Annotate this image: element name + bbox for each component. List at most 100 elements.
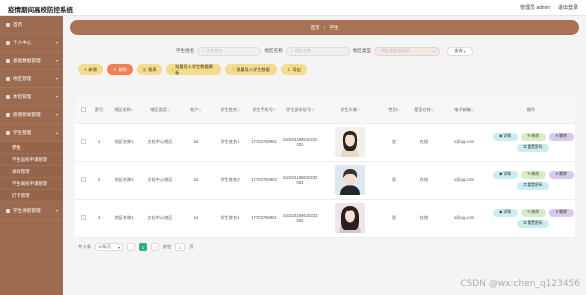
logout-link[interactable]: 退出登录 [558,4,578,11]
prev-page-button[interactable]: ‹ [127,243,136,251]
cell-type: 文化中心地区 [141,123,179,162]
chevron-down-icon: ▾ [55,40,58,45]
row-delete-button[interactable]: ✕ 删除 [548,170,574,179]
sort-icon: ⇅ [470,107,474,112]
avatar[interactable] [335,203,365,233]
sidebar-item-region[interactable]: 地区管理 ▾ [0,70,63,88]
column-header[interactable]: 学生身份证号⇅ [281,97,319,124]
sidebar-subitem-leave-school[interactable]: 学生离校申请管理 [0,178,63,190]
sidebar-item-label: 学生管理 [13,129,32,135]
sidebar-item-label: 采样管理 [12,168,30,174]
sort-icon: ⇅ [396,107,400,112]
delete-button[interactable]: ✕ 删除 [107,64,133,75]
row-checkbox[interactable] [75,161,91,200]
import-data-button[interactable]: ↑ 批量导入学生数据 [225,64,277,75]
column-header[interactable]: 电子邮箱⇅ [441,97,487,124]
cell-region: 地区名称2 [107,161,141,200]
region-search-input[interactable]: ⌕ 地区名称 [285,46,350,56]
eye-icon: ◉ [499,133,503,138]
cell-region: 地区名称1 [107,199,141,238]
chevron-down-icon: ▾ [55,76,58,81]
avatar[interactable] [335,165,365,195]
sidebar-item-leave[interactable]: 学生请假管理 ▾ [0,202,63,220]
report-button[interactable]: ◷ 报表 [137,64,162,75]
view-button[interactable]: ◉ 详情 [492,170,518,179]
column-header[interactable]: 学生姓名⇅ [213,97,247,124]
reset-password-button[interactable]: ⚿ 重置密码 [517,219,549,228]
cell-index: 2 [91,161,107,200]
sidebar-item-checkup[interactable]: 体检管理 ▾ [0,88,63,106]
reset-password-button[interactable]: ⚿ 重置密码 [517,143,549,152]
cell-type: 文化中心地区 [141,161,179,200]
sidebar-item-base-data[interactable]: 基础数据管理 ▾ [0,52,63,70]
row-checkbox[interactable] [75,199,91,238]
search-icon: ⌕ [202,48,205,53]
cell-gender: 男 [381,199,407,238]
sort-icon: ⇅ [236,107,240,112]
breadcrumb: 首页 › 学生 [70,20,579,35]
next-page-button[interactable]: › [151,243,160,251]
upload-icon: ↑ [232,67,235,72]
table-row[interactable]: 3 地区名称1 文化中心地区 a1 学生姓名1 17703786901 4102… [75,199,575,238]
sidebar-subitem-sampling[interactable]: 采样管理 [0,166,63,178]
calendar-icon [6,208,10,213]
page-size-select[interactable]: 10条/页 ▾ [95,243,124,251]
cell-region: 地区名称1 [107,123,141,162]
sort-icon: ⇅ [311,107,314,112]
column-header[interactable]: 学生手机号⇅ [247,97,281,124]
current-user[interactable]: 管理员 admin [520,4,550,11]
cell-idcard: 410224199610232002 [281,199,319,238]
goto-page-input[interactable]: 1 [175,243,186,251]
breadcrumb-home[interactable]: 首页 [310,25,319,31]
table-row[interactable]: 1 地区名称1 文化中心地区 a3 学生姓名1 17703786901 4102… [75,123,575,162]
sidebar-item-news[interactable]: 疫情新闻管理 ▾ [0,106,63,124]
table-row[interactable]: 2 地区名称2 文化中心地区 a2 学生姓名2 17703786902 4102… [75,161,575,200]
query-button[interactable]: 查询 ⌕ [447,46,474,56]
sidebar-subitem-return-apply[interactable]: 学生返校申请管理 [0,154,63,166]
row-delete-button[interactable]: ✕ 删除 [548,132,574,141]
cell-type: 文化中心地区 [141,199,179,238]
row-checkbox[interactable] [75,123,91,162]
main-content: 首页 › 学生 学生姓名 ⌕ 学生姓名 地区名称 ⌕ 地区名称 地区类型 地区类型请… [63,16,586,295]
sort-icon: ⇅ [356,107,360,112]
name-search-input[interactable]: ⌕ 学生姓名 [197,46,262,56]
import-template-button[interactable]: ↓ 批量导入学生数据模板 [166,64,221,75]
select-all-checkbox[interactable] [75,97,91,124]
page-number-active[interactable]: 1 [139,243,148,251]
table-header-row: 索引 地区名称⇅ 地区类型⇅ 账户⇅ 学生姓名⇅ 学生手机号⇅ 学生身份证号⇅ … [75,97,575,124]
column-header[interactable]: 学生头像⇅ [319,97,381,124]
edit-button[interactable]: ✎ 修改 [520,208,546,217]
column-header[interactable]: 地区名称⇅ [107,97,141,124]
map-icon [6,76,10,81]
row-delete-button[interactable]: ✕ 删除 [548,208,574,217]
add-button[interactable]: + 新增 [78,64,103,75]
cell-in-school: 在校 [407,123,441,162]
column-header[interactable]: 地区类型⇅ [141,97,179,124]
sidebar-subitem-student[interactable]: 学生 [0,142,63,154]
sidebar-item-profile[interactable]: 个人中心 ▾ [0,34,63,52]
column-header[interactable]: 账户⇅ [179,97,213,124]
view-button[interactable]: ◉ 详情 [492,132,518,141]
reset-password-button[interactable]: ⚿ 重置密码 [517,181,549,190]
edit-button[interactable]: ✎ 修改 [520,132,546,141]
top-bar: 疫情期间高校防控系统 管理员 admin 退出登录 [0,0,586,16]
cell-gender: 女 [381,123,407,162]
region-type-select[interactable]: 地区类型请选择 ▾ [374,46,441,56]
sidebar-item-label: 基础数据管理 [13,57,41,63]
people-icon [6,130,10,135]
column-header[interactable]: 性别⇅ [381,97,407,124]
sidebar-item-students[interactable]: 学生管理 ▴ [0,124,63,142]
cell-email: 1@qq.com [441,161,487,200]
column-header[interactable]: 是否在校⇅ [407,97,441,124]
cell-index: 3 [91,199,107,238]
sidebar-subitem-checkin[interactable]: 打卡管理 [0,190,63,202]
avatar[interactable] [335,127,365,157]
sidebar-item-home[interactable]: 首页 [0,16,63,34]
cell-avatar [319,199,381,238]
column-header: 操作 [487,97,575,124]
cell-idcard: 410224199610232001 [281,123,319,162]
edit-button[interactable]: ✎ 修改 [520,170,546,179]
view-button[interactable]: ◉ 详情 [492,208,518,217]
cell-index: 1 [91,123,107,162]
export-button[interactable]: ⇩ 导出 [281,64,307,75]
